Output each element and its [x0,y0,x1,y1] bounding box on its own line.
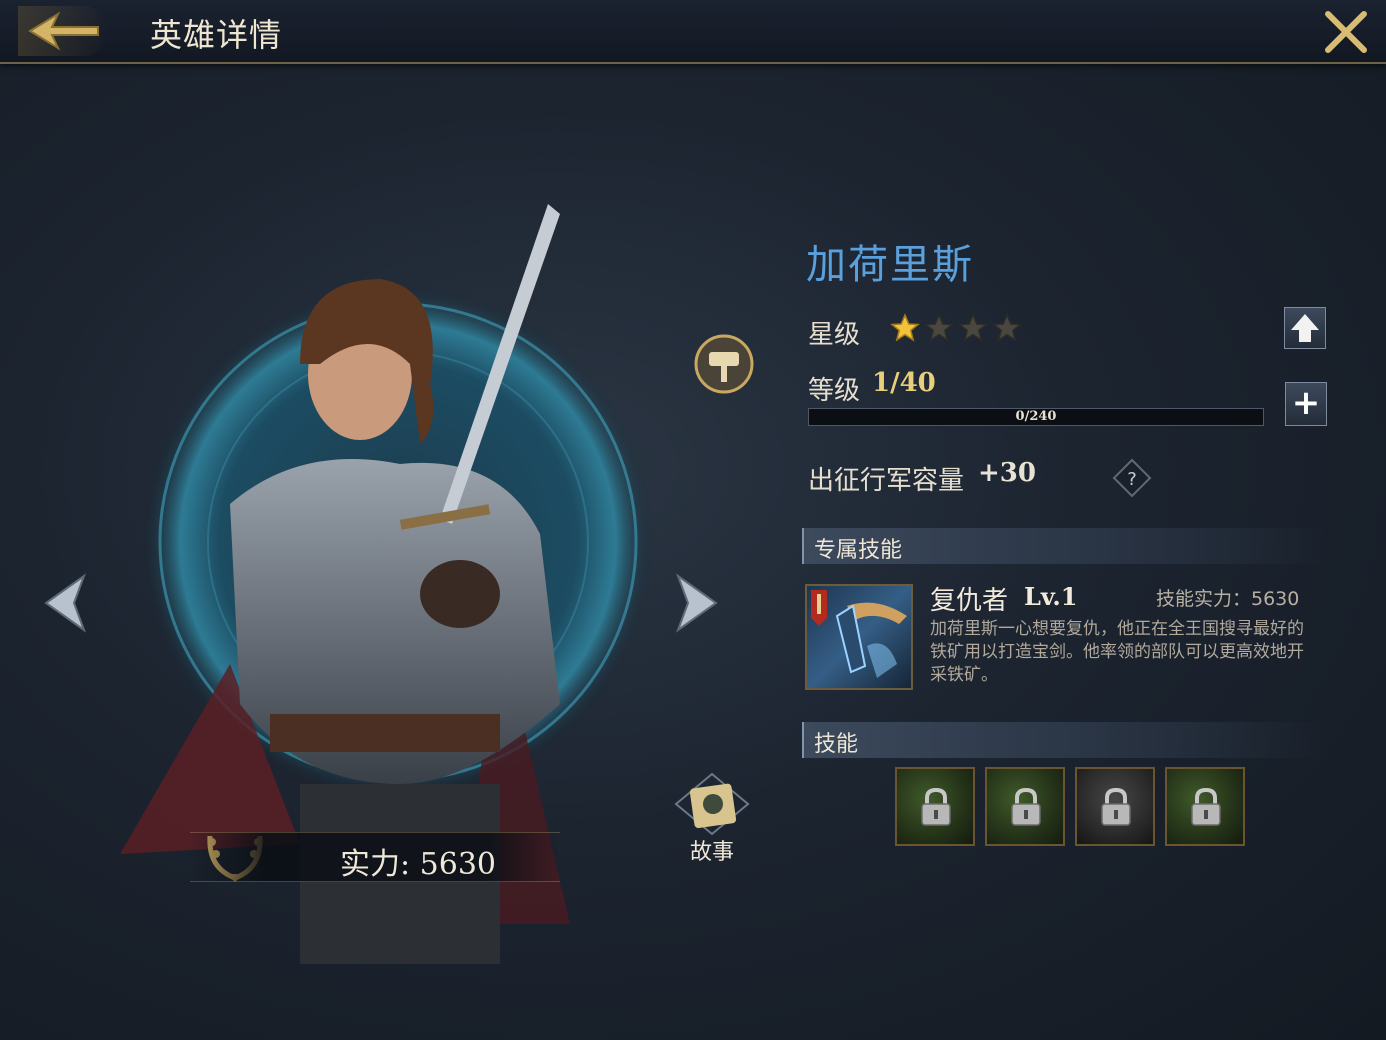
story-label: 故事 [689,840,734,865]
exclusive-skill-icon[interactable] [805,584,913,690]
star-upgrade-button[interactable] [1284,307,1326,349]
chevron-right-icon [675,573,718,633]
march-capacity-label: 出征行军容量 [808,466,965,496]
hero-name: 加荷里斯 [806,242,974,288]
next-hero-button[interactable] [670,572,722,634]
chevron-left-icon [44,573,87,633]
level-up-button[interactable]: + [1285,382,1327,426]
skills-title: 技能 [814,732,859,757]
skills-header: 技能 [802,722,1326,758]
xp-progress-bar: 0/240 [808,408,1264,426]
hero-power-bar: 实力: 5630 [190,832,560,882]
star-filled-icon [890,313,920,342]
question-icon: ? [1112,458,1152,498]
locked-skill-scroll-icon[interactable] [1165,767,1245,846]
level-value: 1/40 [872,368,936,398]
star-rating [890,313,1022,343]
lock-icon [1011,787,1041,826]
exclusive-skill-title: 专属技能 [814,538,903,563]
xp-text: 0/240 [1015,409,1057,424]
locked-skill-scroll-icon[interactable] [985,767,1065,846]
story-button[interactable]: 故事 [664,770,760,870]
lock-icon [921,787,951,826]
previous-hero-button[interactable] [40,572,92,634]
svg-text:?: ? [1127,469,1137,490]
hammer-icon [694,334,754,394]
exclusive-skill-level: Lv.1 [1024,582,1078,611]
back-button[interactable] [18,6,108,56]
top-bar: 英雄详情 [0,0,1386,64]
star-level-label: 星级 [808,320,861,350]
march-capacity-value: +30 [978,458,1036,488]
book-icon [674,772,750,836]
close-icon [1325,11,1367,53]
locked-skill-warrior-icon[interactable] [1075,767,1155,846]
arrow-up-icon [1291,314,1319,342]
back-arrow-icon [28,11,99,51]
hero-power-value: 实力: 5630 [340,847,496,882]
plus-icon: + [1291,383,1321,423]
star-empty-icon [992,313,1022,342]
exclusive-skill-name: 复仇者 [930,586,1009,616]
help-button[interactable]: ? [1112,458,1152,498]
forge-hammer-button[interactable] [694,334,754,394]
lock-icon [1191,787,1221,826]
locked-skill-scroll-icon[interactable] [895,767,975,846]
page-title: 英雄详情 [150,16,283,54]
star-empty-icon [958,313,988,342]
lock-icon [1101,787,1131,826]
pickaxe-skill-icon [811,590,907,678]
hero-portrait-area: 实力: 5630 故事 [0,64,780,1040]
exclusive-skill-power: 技能实力：5630 [1156,588,1300,610]
hero-portrait [120,204,654,964]
exclusive-skill-header: 专属技能 [802,528,1326,564]
level-label: 等级 [808,376,861,406]
exclusive-skill-description: 加荷里斯一心想要复仇，他正在全王国搜寻最好的铁矿用以打造宝剑。他率领的部队可以更… [930,619,1304,685]
star-empty-icon [924,313,954,342]
close-button[interactable] [1320,6,1372,58]
skill-slots [895,767,1245,846]
